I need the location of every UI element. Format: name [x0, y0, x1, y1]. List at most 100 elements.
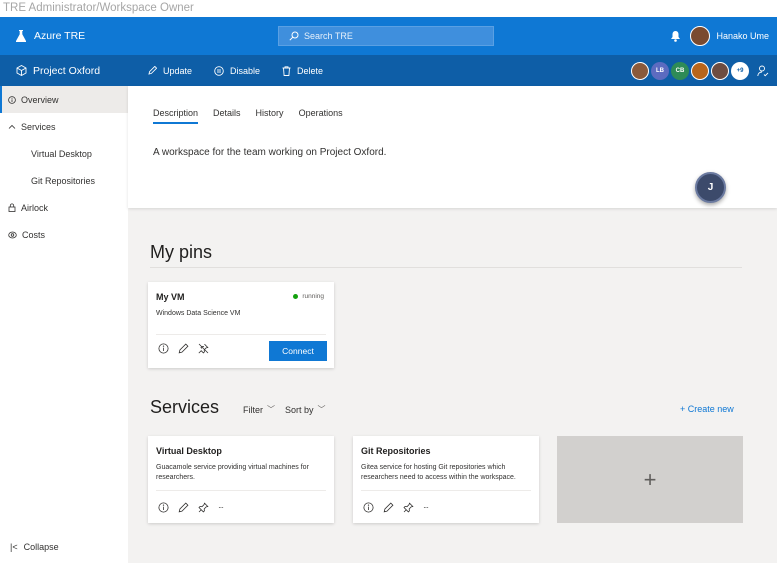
status-label: running: [302, 293, 324, 300]
card-actions: [158, 343, 218, 354]
sidebar-item-label: Costs: [22, 229, 46, 240]
status-dot: [293, 294, 299, 299]
search-icon: [289, 31, 299, 41]
workspace-title-label: Project Oxford: [33, 64, 101, 77]
overview-panel: Description Details History Operations A…: [128, 86, 777, 208]
screenshot-caption: TRE Administrator/Workspace Owner: [0, 0, 777, 17]
sidebar-item-airlock[interactable]: Airlock: [0, 194, 128, 221]
workspace-description: A workspace for the team working on Proj…: [153, 147, 387, 158]
pinned-vm-card[interactable]: My VM running Windows Data Science VM Co…: [148, 282, 334, 368]
chevron-down-icon: ﹀: [267, 405, 275, 414]
card-actions: ···: [158, 502, 232, 513]
delete-button[interactable]: Delete: [282, 66, 323, 76]
pencil-icon[interactable]: [383, 502, 394, 513]
update-label: Update: [163, 65, 193, 76]
cube-icon: [16, 65, 27, 76]
info-icon[interactable]: [363, 502, 374, 513]
main-content: Description Details History Operations A…: [128, 86, 777, 563]
workspace-bar: Project Oxford Update Disable Delete LB …: [0, 55, 777, 86]
card-title: Git Repositories: [361, 446, 431, 456]
delete-label: Delete: [297, 65, 324, 76]
sidebar-item-label: Git Repositories: [31, 175, 96, 186]
pencil-icon[interactable]: [178, 502, 189, 513]
workspace-title[interactable]: Project Oxford: [0, 65, 148, 77]
create-new-button[interactable]: + Create new: [680, 404, 734, 414]
pins-heading: My pins: [150, 242, 213, 262]
card-divider: [156, 334, 326, 335]
card-divider: [361, 490, 531, 491]
tab-history[interactable]: History: [256, 108, 284, 124]
filter-label: Filter: [243, 404, 263, 415]
services-heading: Services: [150, 397, 220, 417]
status-badge: running: [293, 293, 324, 300]
more-icon[interactable]: ···: [218, 503, 224, 512]
sidebar-item-label: Airlock: [21, 202, 49, 213]
flask-icon: [16, 30, 26, 42]
disable-label: Disable: [230, 65, 261, 76]
card-title: My VM: [156, 292, 185, 302]
disable-button[interactable]: Disable: [214, 66, 260, 76]
overview-tabs: Description Details History Operations: [153, 108, 358, 124]
info-icon[interactable]: [158, 502, 169, 513]
info-icon[interactable]: [158, 343, 169, 354]
participant-avatar[interactable]: LB: [651, 61, 669, 80]
more-icon[interactable]: ···: [423, 503, 429, 512]
sort-dropdown[interactable]: Sort by ﹀: [285, 404, 326, 415]
money-icon: [8, 231, 17, 238]
service-card-git-repositories[interactable]: Git Repositories Gitea service for hosti…: [353, 436, 539, 523]
tab-details[interactable]: Details: [213, 108, 241, 124]
manage-users-icon[interactable]: [757, 65, 769, 77]
tab-operations[interactable]: Operations: [299, 108, 343, 124]
services-controls: Filter ﹀ Sort by ﹀: [243, 404, 336, 415]
collapse-button[interactable]: |< Collapse: [10, 542, 59, 552]
card-description: Gitea service for hosting Git repositori…: [361, 464, 516, 481]
app-header: Azure TRE Search TRE Hanako Ume: [0, 17, 777, 55]
sidebar-item-services[interactable]: Services: [0, 113, 128, 140]
user-avatar[interactable]: [690, 26, 711, 46]
chevron-down-icon: ﹀: [317, 405, 326, 414]
search-placeholder: Search TRE: [304, 31, 353, 41]
pause-circle-icon: [214, 65, 224, 76]
card-divider: [156, 490, 326, 491]
pin-icon[interactable]: [198, 502, 209, 513]
sidebar-item-overview[interactable]: Overview: [0, 86, 128, 113]
more-participants-badge[interactable]: +9: [731, 61, 749, 80]
participant-avatar[interactable]: [631, 61, 649, 80]
sidebar-item-label: Overview: [21, 94, 59, 105]
app-brand[interactable]: Azure TRE: [0, 30, 85, 42]
app-title: Azure TRE: [34, 30, 86, 42]
user-name[interactable]: Hanako Ume: [716, 31, 769, 41]
collapse-label: Collapse: [23, 542, 59, 552]
add-service-card[interactable]: +: [557, 436, 743, 523]
sort-label: Sort by: [285, 404, 314, 415]
chat-bubble[interactable]: J: [695, 172, 726, 203]
participant-avatar[interactable]: CB: [671, 61, 689, 80]
sidebar-item-virtual-desktop[interactable]: Virtual Desktop: [0, 140, 128, 167]
pencil-icon[interactable]: [178, 343, 189, 354]
bell-icon[interactable]: [671, 30, 681, 42]
card-description: Guacamole service providing virtual mach…: [156, 464, 309, 481]
update-button[interactable]: Update: [148, 66, 192, 76]
card-description: Windows Data Science VM: [156, 310, 241, 317]
connect-button[interactable]: Connect: [269, 341, 327, 361]
sidebar: Overview Services Virtual Desktop Git Re…: [0, 86, 128, 563]
sidebar-item-label: Virtual Desktop: [31, 148, 92, 159]
sidebar-item-git-repositories[interactable]: Git Repositories: [0, 167, 128, 194]
pin-icon[interactable]: [403, 502, 414, 513]
trash-icon: [282, 65, 291, 76]
unpin-icon[interactable]: [198, 343, 209, 354]
pins-divider: [150, 267, 742, 268]
info-icon: [8, 95, 16, 104]
service-card-virtual-desktop[interactable]: Virtual Desktop Guacamole service provid…: [148, 436, 334, 523]
sidebar-item-costs[interactable]: Costs: [0, 221, 128, 248]
search-input[interactable]: Search TRE: [278, 26, 494, 46]
participants: LB CB +9: [629, 55, 769, 86]
card-actions: ···: [363, 502, 437, 513]
tab-description[interactable]: Description: [153, 108, 199, 124]
participant-avatar[interactable]: [711, 61, 729, 80]
pencil-icon: [148, 66, 157, 75]
participant-avatar[interactable]: [691, 61, 709, 80]
lock-icon: [8, 203, 16, 212]
chevron-up-icon: [8, 124, 16, 129]
filter-dropdown[interactable]: Filter ﹀: [243, 404, 275, 415]
